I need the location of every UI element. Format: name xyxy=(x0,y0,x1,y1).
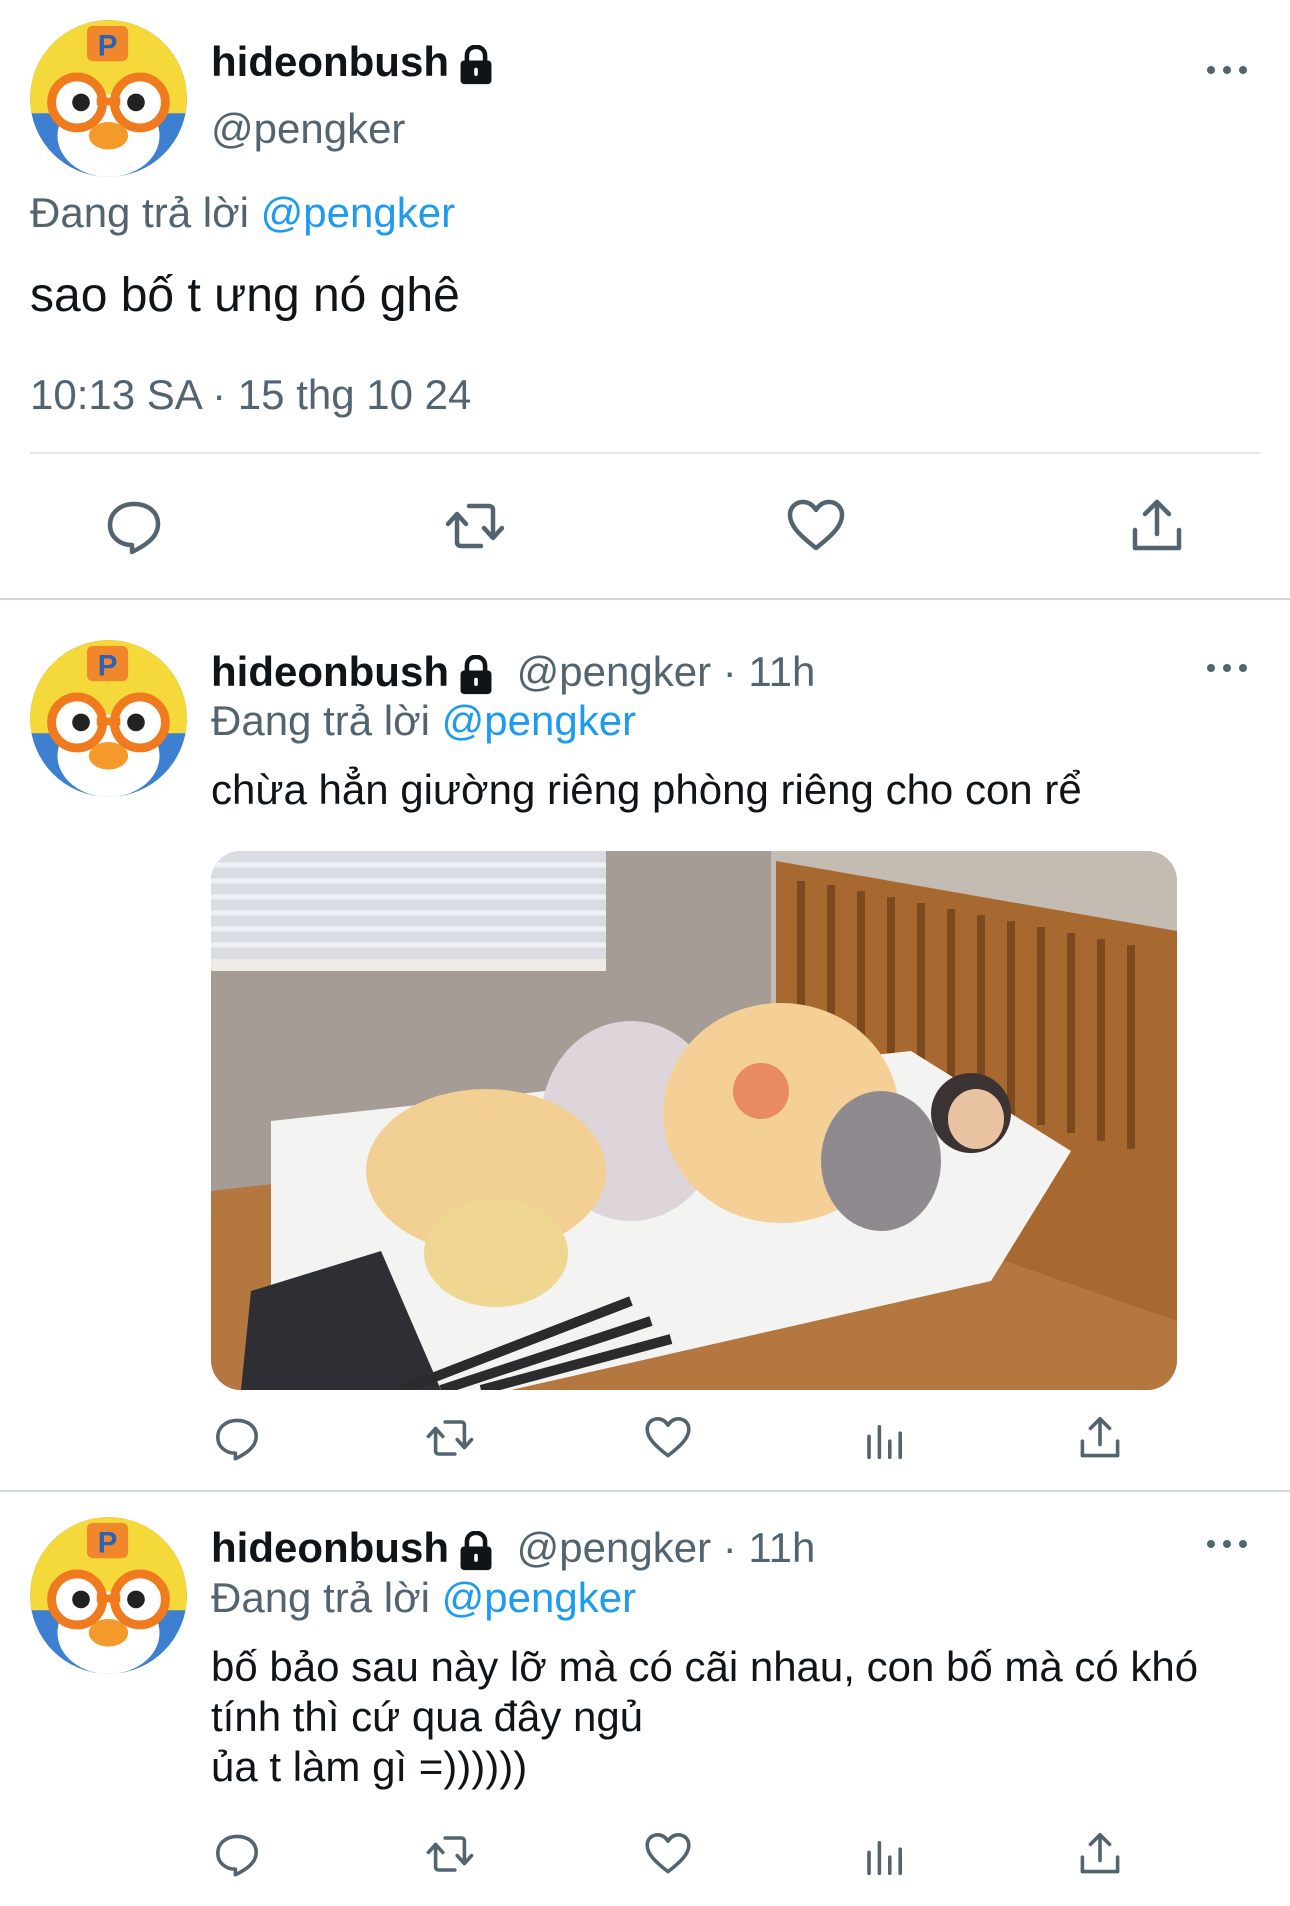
lock-icon xyxy=(457,45,495,85)
retweet-icon[interactable] xyxy=(443,496,507,556)
replying-to: Đang trả lời @pengker xyxy=(211,697,636,745)
tweet-text-line: tính thì cứ qua đây ngủ xyxy=(211,1693,644,1740)
author-name-row[interactable]: hideonbush xyxy=(211,38,495,86)
display-name[interactable]: hideonbush xyxy=(211,648,449,695)
lock-icon xyxy=(457,655,495,695)
twitter-thread: hideonbush @pengker Đang trả lời @pengke… xyxy=(0,0,1290,1906)
post-time[interactable]: · 11h xyxy=(723,648,816,695)
more-options-icon[interactable] xyxy=(1207,66,1247,78)
share-icon[interactable] xyxy=(1076,1830,1124,1878)
tweet-photo[interactable] xyxy=(211,851,1177,1390)
post-time[interactable]: · 11h xyxy=(723,1524,816,1571)
replying-handle-link[interactable]: @pengker xyxy=(261,189,455,236)
avatar[interactable] xyxy=(30,640,187,797)
timestamp[interactable]: 10:13 SA · 15 thg 10 24 xyxy=(30,371,471,419)
tweet-text: chừa hẳn giường riêng phòng riêng cho co… xyxy=(211,766,1082,813)
replying-to: Đang trả lời @pengker xyxy=(211,1574,636,1622)
display-name[interactable]: hideonbush xyxy=(211,1524,449,1571)
replying-prefix: Đang trả lời xyxy=(30,189,249,236)
divider xyxy=(0,1490,1290,1492)
replying-to: Đang trả lời @pengker xyxy=(30,189,455,237)
divider xyxy=(0,598,1290,600)
share-icon[interactable] xyxy=(1127,496,1187,556)
retweet-icon[interactable] xyxy=(424,1414,476,1462)
like-icon[interactable] xyxy=(644,1830,692,1878)
tweet-text: bố bảo sau này lỡ mà có cãi nhau, con bố… xyxy=(211,1642,1198,1792)
avatar[interactable] xyxy=(30,20,187,177)
replying-prefix: Đang trả lời xyxy=(211,697,430,744)
comment-icon[interactable] xyxy=(104,496,164,556)
handle[interactable]: @pengker xyxy=(517,648,711,695)
comment-icon[interactable] xyxy=(213,1830,261,1878)
analytics-icon[interactable] xyxy=(861,1414,909,1462)
tweet-text: sao bố t ưng nó ghê xyxy=(30,269,460,322)
like-icon[interactable] xyxy=(786,496,846,556)
replying-prefix: Đang trả lời xyxy=(211,1574,430,1621)
replying-handle-link[interactable]: @pengker xyxy=(442,1574,636,1621)
avatar[interactable] xyxy=(30,1517,187,1674)
comment-icon[interactable] xyxy=(213,1414,261,1462)
divider xyxy=(30,452,1260,454)
analytics-icon[interactable] xyxy=(861,1830,909,1878)
handle[interactable]: @pengker xyxy=(517,1524,711,1571)
replying-handle-link[interactable]: @pengker xyxy=(442,697,636,744)
share-icon[interactable] xyxy=(1076,1414,1124,1462)
like-icon[interactable] xyxy=(644,1414,692,1462)
more-options-icon[interactable] xyxy=(1207,1540,1247,1552)
tweet-text-line: bố bảo sau này lỡ mà có cãi nhau, con bố… xyxy=(211,1643,1199,1690)
lock-icon xyxy=(457,1531,495,1571)
retweet-icon[interactable] xyxy=(424,1830,476,1878)
author-name-row: hideonbush @pengker · 11h xyxy=(211,1524,815,1572)
display-name[interactable]: hideonbush xyxy=(211,38,449,85)
more-options-icon[interactable] xyxy=(1207,664,1247,676)
tweet-text-line: ủa t làm gì =)))))) xyxy=(211,1743,528,1790)
author-name-row: hideonbush @pengker · 11h xyxy=(211,648,815,696)
handle[interactable]: @pengker xyxy=(211,105,405,153)
